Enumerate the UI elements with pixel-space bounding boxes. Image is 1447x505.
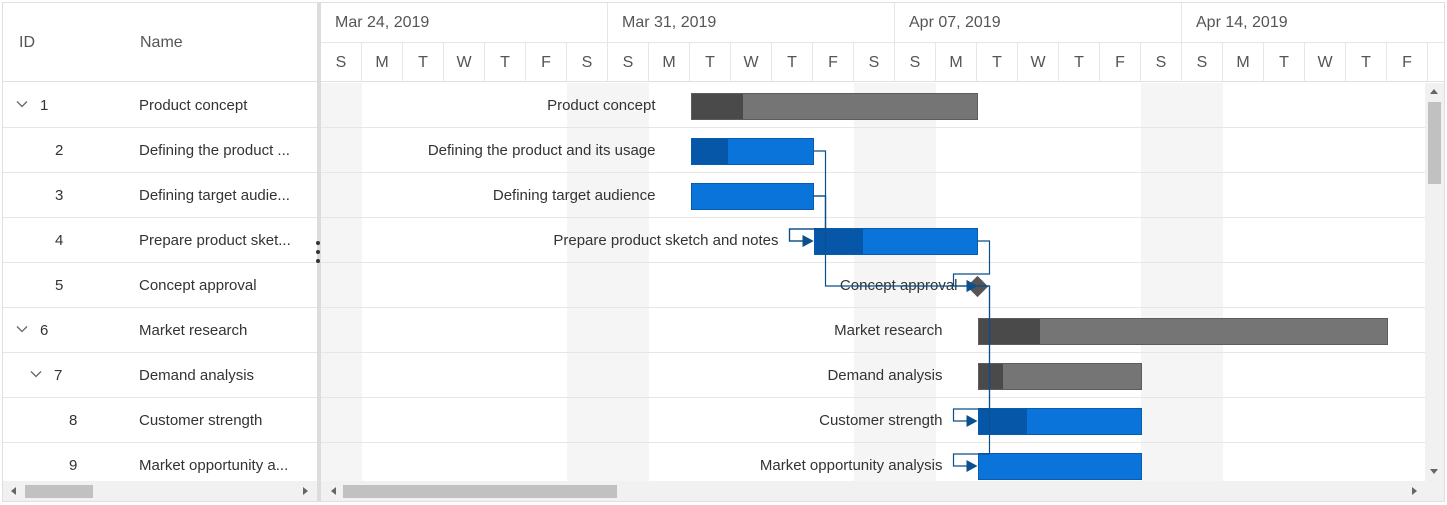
task-grid: ID Name 1 Product concept 2 Defining the pr…: [3, 3, 317, 501]
timeline-day: T: [403, 43, 444, 82]
task-name: Demand analysis: [139, 367, 255, 384]
timeline-day: S: [895, 43, 936, 82]
table-row[interactable]: 5 Concept approval: [3, 263, 317, 308]
timeline-day: W: [731, 43, 772, 82]
table-row[interactable]: 1 Product concept: [3, 83, 317, 128]
grid-horizontal-scrollbar[interactable]: [3, 481, 317, 501]
table-row[interactable]: 8 Customer strength: [3, 398, 317, 443]
timeline-day: F: [1387, 43, 1428, 82]
dependency-arrow-icon: [966, 460, 978, 472]
chart-area: Mar 24, 2019 Mar 31, 2019 Apr 07, 2019 Apr …: [321, 3, 1444, 501]
timeline-day: F: [526, 43, 567, 82]
task-name: Defining the product ...: [139, 142, 290, 159]
timeline-day: S: [854, 43, 895, 82]
week-label: Mar 31, 2019: [622, 14, 717, 31]
timeline-day: S: [321, 43, 362, 82]
timeline-day: F: [1100, 43, 1141, 82]
scrollbar-thumb[interactable]: [1428, 102, 1441, 184]
timeline-day: T: [690, 43, 731, 82]
task-id: 1: [40, 97, 49, 114]
task-id: 2: [55, 142, 64, 159]
scrollbar-thumb[interactable]: [343, 485, 617, 498]
timeline-day: W: [1305, 43, 1346, 82]
scroll-up-icon[interactable]: [1430, 89, 1438, 94]
timeline-day: M: [936, 43, 977, 82]
dependency-arrow-icon: [966, 415, 978, 427]
task-name: Concept approval: [139, 277, 257, 294]
dependency-line: [952, 240, 991, 287]
task-id: 5: [55, 277, 64, 294]
task-name: Market research: [139, 322, 248, 339]
column-header-name[interactable]: Name: [140, 34, 183, 52]
task-id: 8: [69, 412, 78, 429]
timeline-day: W: [444, 43, 485, 82]
timeline-days: SMTWTFSSMTWTFSSMTWTFSSMTWTF: [321, 43, 1444, 82]
dependency-line: [952, 285, 991, 422]
chart-body: Product concept Defining the product and …: [321, 83, 1425, 481]
timeline-day: T: [772, 43, 813, 82]
timeline-day: T: [485, 43, 526, 82]
task-name: Product concept: [139, 97, 248, 114]
week-label: Apr 07, 2019: [909, 14, 1001, 31]
week-label: Apr 14, 2019: [1196, 14, 1288, 31]
timeline-weeks: Mar 24, 2019 Mar 31, 2019 Apr 07, 2019 Apr …: [321, 3, 1444, 43]
timeline-day: T: [1346, 43, 1387, 82]
task-id: 6: [40, 322, 49, 339]
scroll-right-icon[interactable]: [1412, 487, 1417, 495]
chart-horizontal-scrollbar[interactable]: [321, 481, 1425, 501]
timeline-day: F: [813, 43, 854, 82]
scroll-left-icon[interactable]: [331, 487, 336, 495]
dependency-connectors: [788, 150, 991, 472]
timeline-day: S: [567, 43, 608, 82]
timeline-day: T: [977, 43, 1018, 82]
timeline-day: M: [649, 43, 690, 82]
table-row[interactable]: 6 Market research: [3, 308, 317, 353]
table-row[interactable]: 4 Prepare product sket...: [3, 218, 317, 263]
chart-vertical-scrollbar[interactable]: [1425, 83, 1444, 481]
task-name: Defining target audie...: [139, 187, 290, 204]
dependency-arrow-icon: [966, 280, 978, 292]
week-label: Mar 24, 2019: [335, 14, 430, 31]
table-row[interactable]: 2 Defining the product ...: [3, 128, 317, 173]
scroll-left-icon[interactable]: [11, 487, 16, 495]
timeline-day: S: [608, 43, 649, 82]
task-name: Market opportunity a...: [139, 457, 289, 474]
chevron-down-icon[interactable]: [15, 322, 29, 336]
timeline-day: M: [1223, 43, 1264, 82]
dependency-arrow-icon: [802, 235, 814, 247]
dependency-line: [813, 195, 971, 287]
timeline-day: T: [1264, 43, 1305, 82]
dependency-line: [788, 195, 827, 242]
timeline-day: W: [1018, 43, 1059, 82]
scroll-down-icon[interactable]: [1430, 469, 1438, 474]
scrollbar-corner: [1425, 481, 1444, 501]
chevron-down-icon[interactable]: [15, 97, 29, 111]
table-row[interactable]: 7 Demand analysis: [3, 353, 317, 398]
timeline-day: S: [1182, 43, 1223, 82]
task-id: 4: [55, 232, 64, 249]
task-name: Prepare product sket...: [139, 232, 291, 249]
timeline-day: S: [1141, 43, 1182, 82]
timeline-week: Apr 07, 2019: [895, 3, 1182, 43]
chevron-down-icon[interactable]: [29, 367, 43, 381]
timeline-day: T: [1059, 43, 1100, 82]
timeline-week: Apr 14, 2019: [1182, 3, 1444, 43]
scrollbar-thumb[interactable]: [25, 485, 93, 498]
scroll-right-icon[interactable]: [303, 487, 308, 495]
dependency-line: [952, 285, 991, 467]
task-name: Customer strength: [139, 412, 263, 429]
column-header-id[interactable]: ID: [19, 34, 35, 52]
timeline-week: Mar 31, 2019: [608, 3, 895, 43]
gantt-chart: ID Name 1 Product concept 2 Defining the pr…: [2, 2, 1445, 502]
timeline-week: Mar 24, 2019: [321, 3, 608, 43]
grid-header: ID Name: [3, 3, 317, 82]
timeline-day: M: [362, 43, 403, 82]
task-id: 3: [55, 187, 64, 204]
task-id: 9: [69, 457, 78, 474]
table-row[interactable]: 3 Defining target audie...: [3, 173, 317, 218]
task-id: 7: [54, 367, 63, 384]
